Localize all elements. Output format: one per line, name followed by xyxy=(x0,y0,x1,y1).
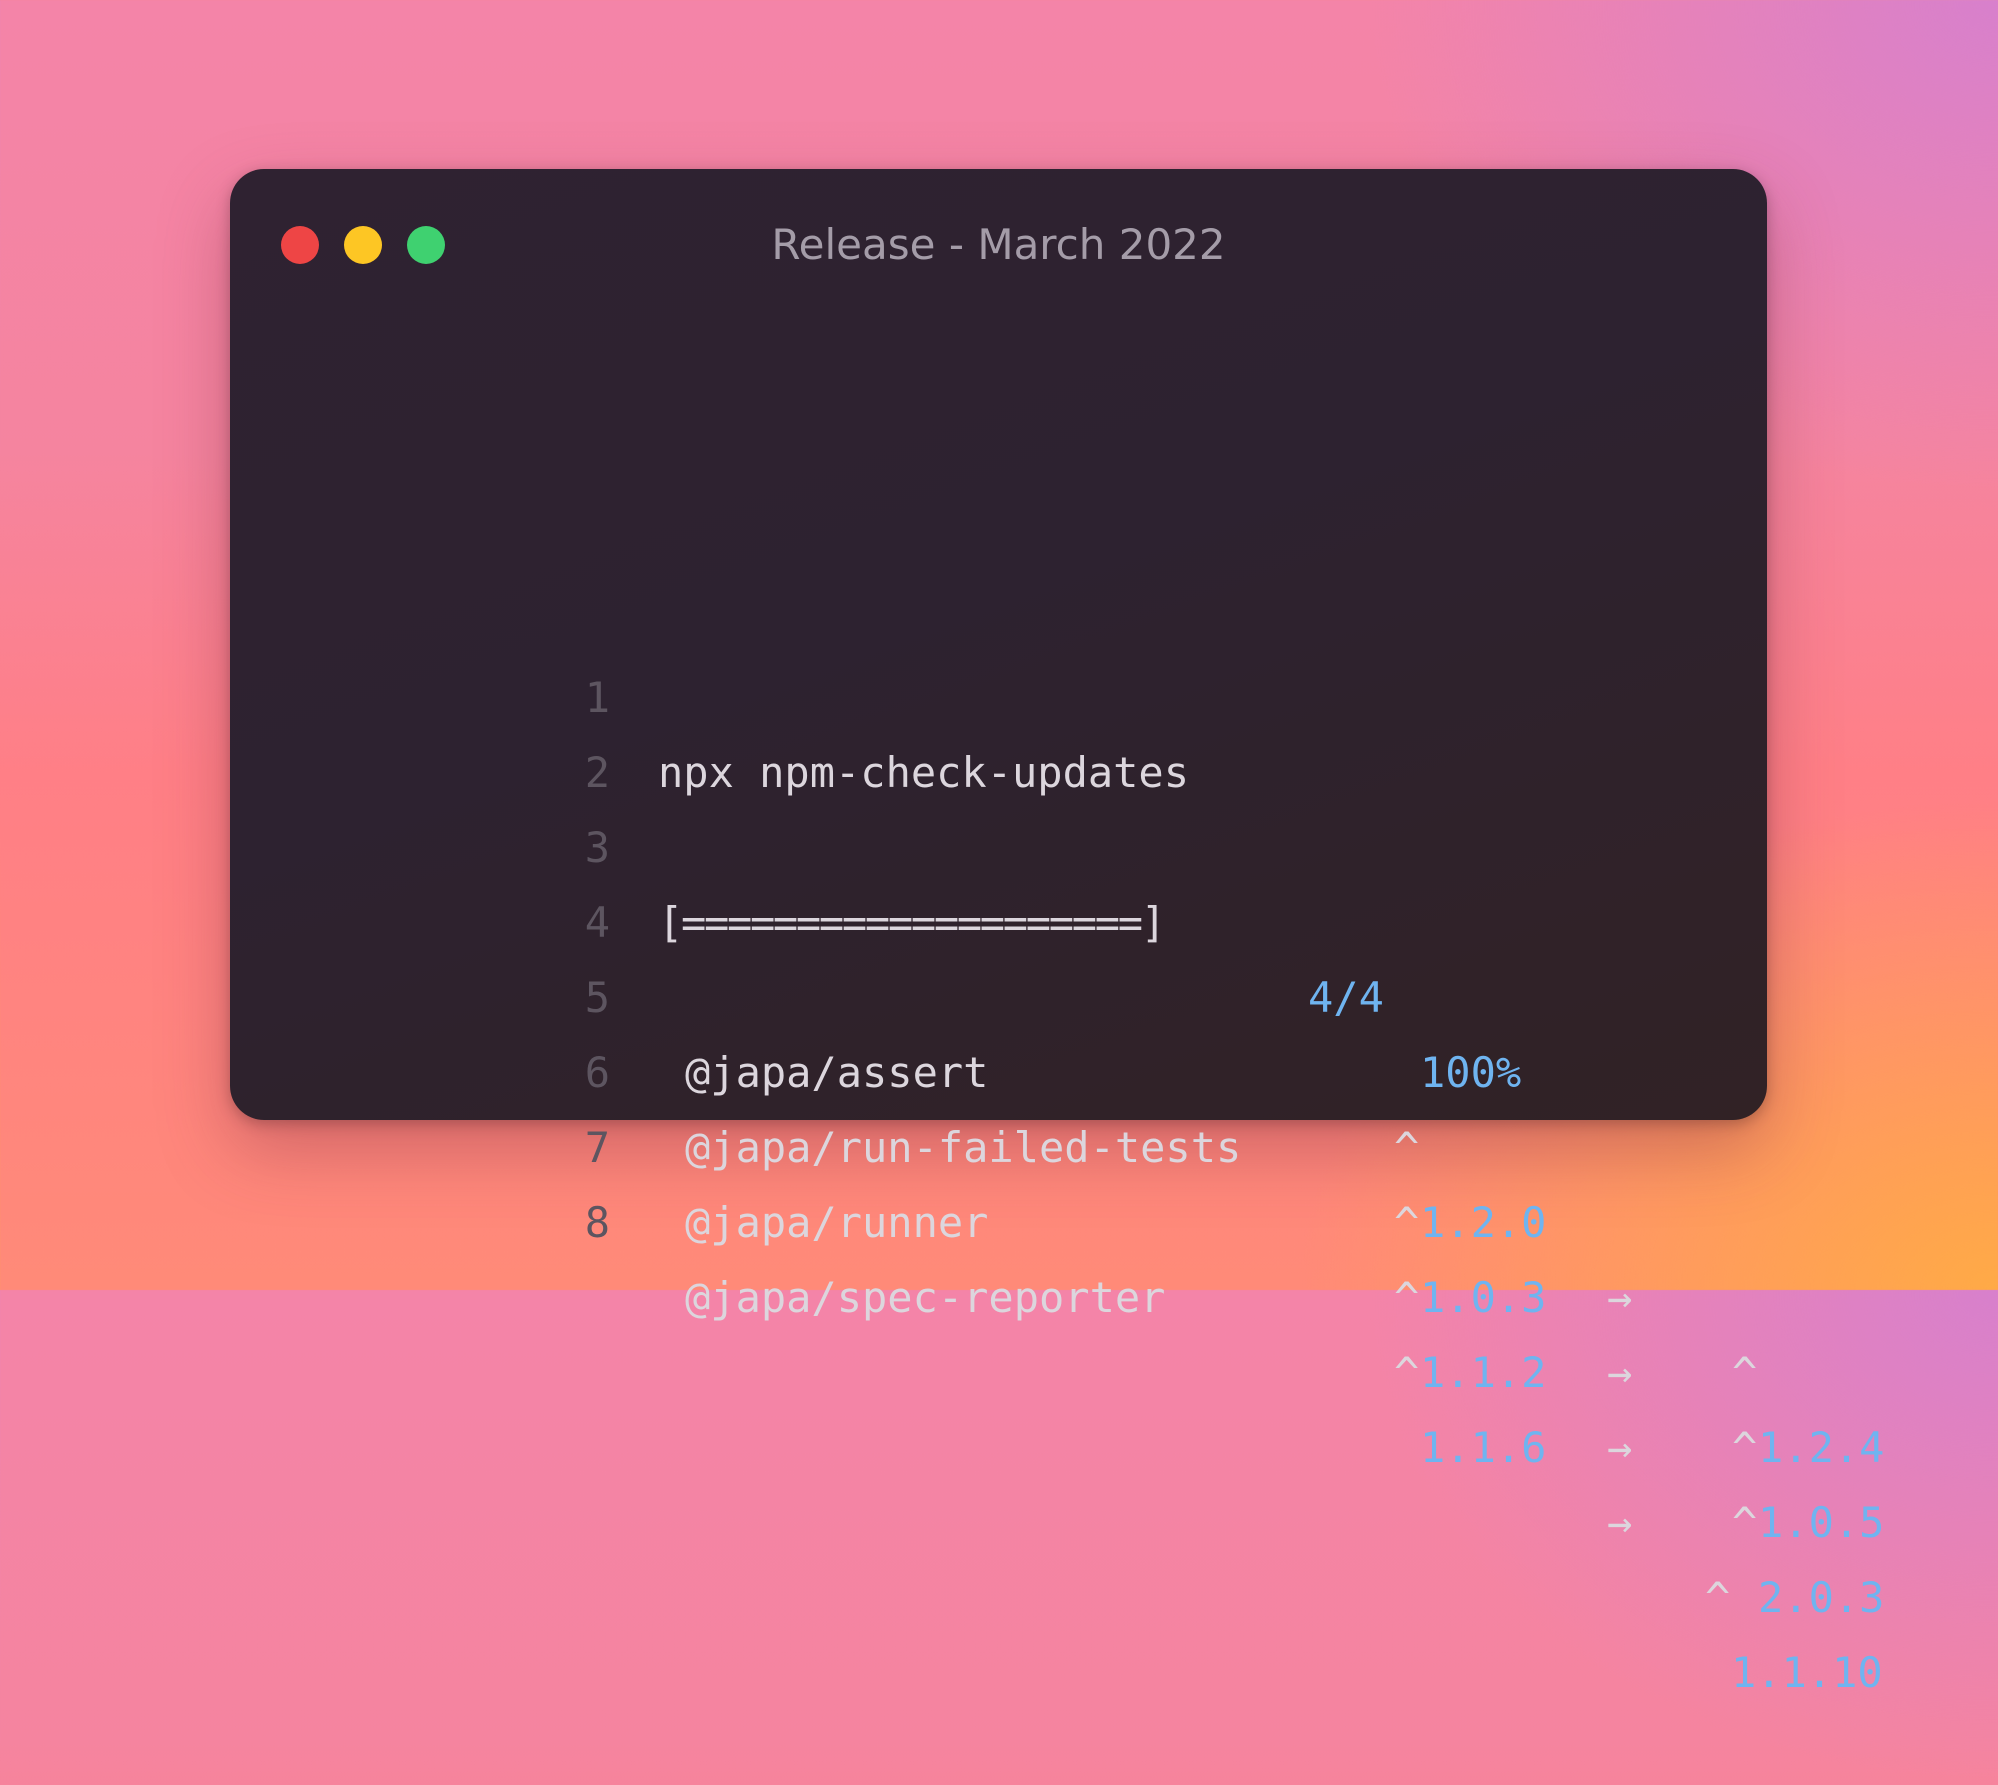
to-caret: ^ xyxy=(1732,1348,1758,1397)
to-version: 2.0.3 xyxy=(1758,1573,1885,1622)
arrow-right-icon: → xyxy=(1607,1273,1633,1322)
package-row: 6 @japa/run-failed-tests ^ 1.0.3 → ^ 1.0… xyxy=(230,960,1885,1547)
from-version: 1.0.3 xyxy=(1420,1273,1547,1322)
package-name: @japa/runner xyxy=(685,1198,989,1247)
from-caret: ^ xyxy=(1394,1273,1420,1322)
package-name: @japa/spec-reporter xyxy=(685,1273,1166,1322)
code-line-3: 3 [====================] 4/4 100% xyxy=(230,735,1767,1097)
code-line-2: 2 xyxy=(230,660,1767,797)
from-caret: ^ xyxy=(1394,1198,1420,1247)
window-titlebar: Release - March 2022 xyxy=(230,169,1767,319)
to-caret: ^ xyxy=(1732,1498,1758,1547)
code-line-1: 1 npx npm-check-updates xyxy=(230,585,1767,797)
package-row: 8 @japa/spec-reporter ^ 1.1.6 → ^ 1.1.10 xyxy=(230,1110,1883,1697)
arrow-right-icon: → xyxy=(1607,1348,1633,1397)
window-title: Release - March 2022 xyxy=(771,220,1226,269)
from-version: 1.1.6 xyxy=(1420,1423,1547,1472)
to-caret: ^ xyxy=(1732,1423,1758,1472)
line-number: 8 xyxy=(584,1198,610,1247)
package-row: 7 @japa/runner ^ 1.1.2 → ^ 2.0.3 xyxy=(230,1035,1885,1622)
from-version: 1.2.0 xyxy=(1420,1198,1547,1247)
code-line-4: 4 xyxy=(230,810,1767,947)
arrow-right-icon: → xyxy=(1607,1423,1633,1472)
from-version: 1.1.2 xyxy=(1420,1348,1547,1397)
to-version: 1.2.4 xyxy=(1758,1423,1885,1472)
package-row: 5 @japa/assert ^ 1.2.0 → ^ 1.2.4 xyxy=(230,885,1885,1472)
from-caret: ^ xyxy=(1394,1348,1420,1397)
to-version: 1.0.5 xyxy=(1758,1498,1885,1547)
code-window: Release - March 2022 1 npx npm-check-upd… xyxy=(230,169,1885,1697)
to-version: 1.1.10 xyxy=(1731,1648,1883,1697)
to-caret: ^ xyxy=(1705,1573,1731,1622)
arrow-right-icon: → xyxy=(1607,1498,1633,1547)
